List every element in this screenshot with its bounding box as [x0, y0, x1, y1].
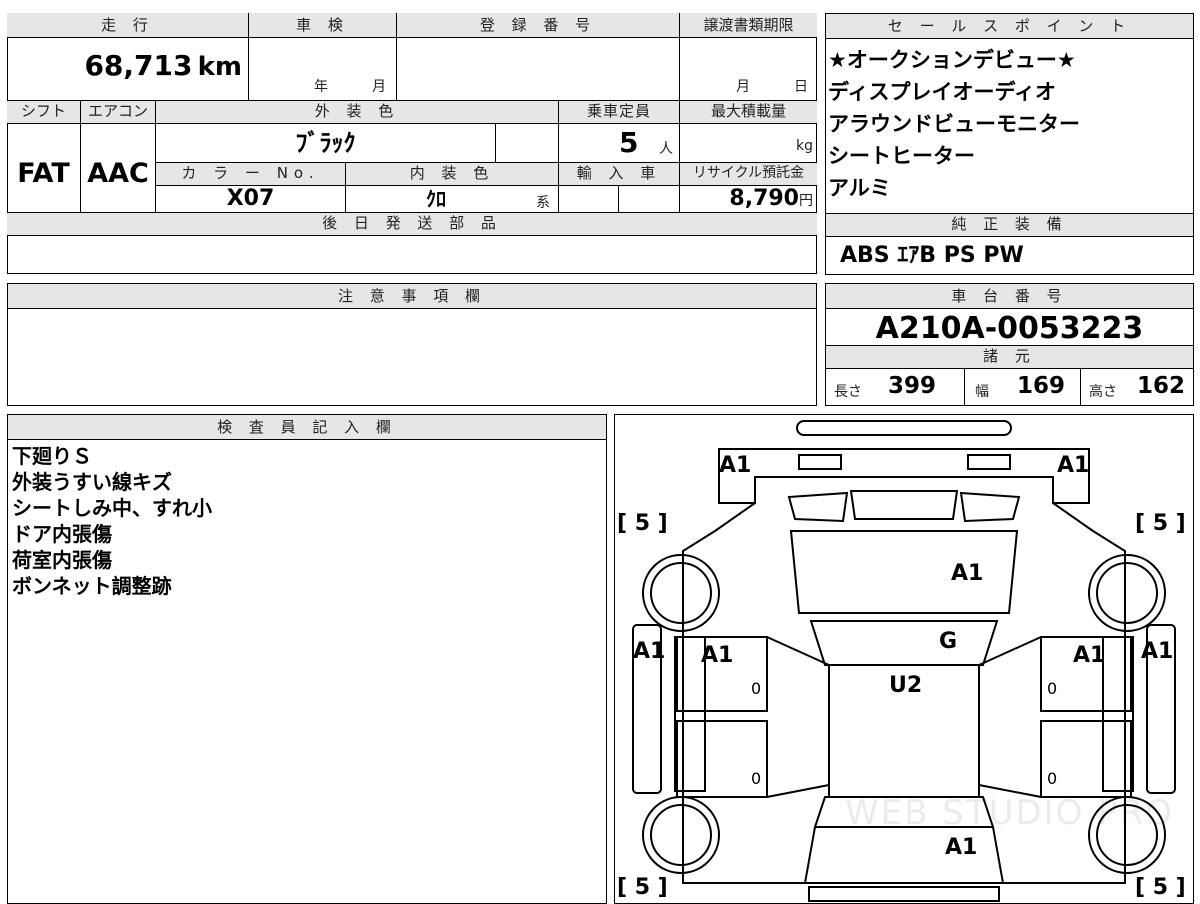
- front-grille-center: [849, 490, 959, 520]
- mileage-value: 68,713 km: [84, 49, 242, 82]
- front-right-wheel-inner: [1096, 562, 1158, 624]
- height-value: 162: [1137, 373, 1186, 399]
- import-value: [558, 186, 618, 212]
- mark-left-front-door: A1: [701, 643, 734, 668]
- transfer-label: 譲渡書類期限: [679, 13, 817, 37]
- shift-label: シフト: [7, 101, 80, 123]
- interior-value: ｸﾛ 系: [345, 186, 558, 212]
- mark-rear: A1: [945, 835, 978, 860]
- tire-mark: [ 5 ]: [617, 511, 668, 536]
- later-parts-label: 後 日 発 送 部 品: [7, 213, 817, 235]
- exterior-label: 外 装 色: [155, 101, 558, 123]
- aircon-value: AAC: [80, 124, 155, 212]
- door-zero-mark: 0: [751, 679, 762, 698]
- front-left-wheel: [642, 554, 720, 632]
- shift-value: FAT: [17, 158, 70, 189]
- sales-points-list: ★オークションデビュー★ ディスプレイオーディオ アラウンドビューモニター シー…: [828, 44, 1188, 204]
- transfer-day: 日: [794, 79, 808, 95]
- inspector-label: 検 査 員 記 入 欄: [8, 415, 606, 439]
- length-label: 長さ: [834, 384, 862, 400]
- top-table: 走 行 車 検 登 録 番 号 譲渡書類期限 68,713 km 年 月 月 日…: [7, 13, 817, 275]
- later-parts-value: [7, 236, 817, 274]
- right-side-panel: [1102, 636, 1134, 792]
- equipment-value: ABS ｴｱB PS PW: [840, 243, 1024, 268]
- sales-point-line: アルミ: [828, 176, 891, 200]
- inspection-year: 年: [314, 79, 328, 95]
- import-label: 輸 入 車: [558, 163, 679, 185]
- capacity-label: 乗車定員: [558, 101, 679, 123]
- windshield: [809, 620, 999, 666]
- recycle-value: 8,790円: [679, 186, 817, 212]
- mark-front-right: A1: [1057, 453, 1090, 478]
- mark-bonnet: A1: [951, 561, 984, 586]
- inspector-note: 荷室内張傷: [12, 548, 112, 572]
- specs-label: 諸 元: [826, 346, 1193, 368]
- front-left-wheel-inner: [650, 562, 712, 624]
- width-value: 169: [1017, 373, 1066, 399]
- inspector-note: ドア内張傷: [12, 522, 112, 546]
- inspector-note: 下廻りＳ: [12, 444, 92, 468]
- mark-windshield: G: [939, 629, 958, 654]
- sales-points-label: セ ー ル ス ポ イ ン ト: [826, 14, 1193, 38]
- color-no-label: カ ラ ー No.: [155, 163, 345, 185]
- interior-label: 内 装 色: [345, 163, 558, 185]
- left-headlight: [798, 454, 842, 470]
- tire-mark: [ 5 ]: [1135, 875, 1186, 900]
- door-zero-mark: 0: [1047, 679, 1058, 698]
- load-label: 最大積載量: [679, 101, 817, 123]
- sales-point-line: ディスプレイオーディオ: [828, 80, 1057, 104]
- exterior-value: ﾌﾞﾗｯｸ: [155, 124, 495, 162]
- chassis-label: 車 台 番 号: [826, 284, 1193, 308]
- recycle-label: リサイクル預託金: [679, 163, 817, 185]
- chassis-number: A210A-0053223: [875, 311, 1144, 346]
- tire-mark: [ 5 ]: [617, 875, 668, 900]
- sales-points-box: セ ー ル ス ポ イ ン ト ★オークションデビュー★ ディスプレイオーディオ…: [825, 13, 1194, 275]
- front-right-wheel: [1088, 554, 1166, 632]
- watermark: WEB STUDIO PRO: [845, 793, 1175, 833]
- mark-right-front-door: A1: [1073, 643, 1106, 668]
- color-no-value: X07: [155, 186, 345, 212]
- notes-box: 注 意 事 項 欄: [7, 283, 817, 406]
- inspector-notes: 下廻りＳ 外装うすい線キズ シートしみ中、すれ小 ドア内張傷 荷室内張傷 ボンネ…: [12, 443, 592, 599]
- transfer-month: 月: [736, 79, 750, 95]
- registration-label: 登 録 番 号: [396, 13, 679, 37]
- sales-point-line: ★オークションデビュー★: [828, 48, 1076, 72]
- mark-roof: U2: [889, 673, 923, 698]
- front-grille-left: [787, 491, 849, 523]
- front-grille-right: [959, 491, 1021, 523]
- mark-left-side: A1: [633, 639, 666, 664]
- sales-point-line: アラウンドビューモニター: [828, 112, 1080, 136]
- length-value: 399: [888, 373, 937, 399]
- width-label: 幅: [975, 384, 989, 400]
- aircon-label: エアコン: [80, 101, 155, 123]
- height-label: 高さ: [1089, 384, 1117, 400]
- load-unit: kg: [796, 138, 813, 154]
- rear-left-wheel: [642, 796, 720, 874]
- mark-right-side: A1: [1141, 639, 1174, 664]
- inspector-note: ボンネット調整跡: [12, 574, 172, 598]
- front-outline: [718, 448, 1090, 504]
- right-headlight: [967, 454, 1011, 470]
- inspection-month: 月: [372, 79, 386, 95]
- sales-point-line: シートヒーター: [828, 144, 975, 168]
- front-bumper: [796, 420, 1012, 436]
- inspector-box: 検 査 員 記 入 欄 下廻りＳ 外装うすい線キズ シートしみ中、すれ小 ドア内…: [7, 414, 607, 904]
- chassis-box: 車 台 番 号 A210A-0053223 諸 元 長さ 399 幅 169 高…: [825, 283, 1194, 406]
- rear-bumper: [808, 886, 1000, 902]
- car-diagram: A1 A1 A1 G U2 A1 A1 A1 A1 A1 0 0 0 0 [ 5…: [614, 414, 1194, 904]
- tire-mark: [ 5 ]: [1135, 511, 1186, 536]
- mileage-label: 走 行: [7, 13, 248, 37]
- door-zero-mark: 0: [751, 769, 762, 788]
- equipment-label: 純 正 装 備: [826, 214, 1193, 236]
- door-zero-mark: 0: [1047, 769, 1058, 788]
- inspector-note: シートしみ中、すれ小: [12, 496, 212, 520]
- capacity-value: 5 人: [558, 124, 679, 162]
- inspector-note: 外装うすい線キズ: [12, 470, 172, 494]
- notes-label: 注 意 事 項 欄: [8, 284, 816, 308]
- mark-front-left: A1: [719, 453, 752, 478]
- registration-value: [396, 38, 679, 100]
- inspection-label: 車 検: [248, 13, 396, 37]
- rear-left-wheel-inner: [650, 804, 712, 866]
